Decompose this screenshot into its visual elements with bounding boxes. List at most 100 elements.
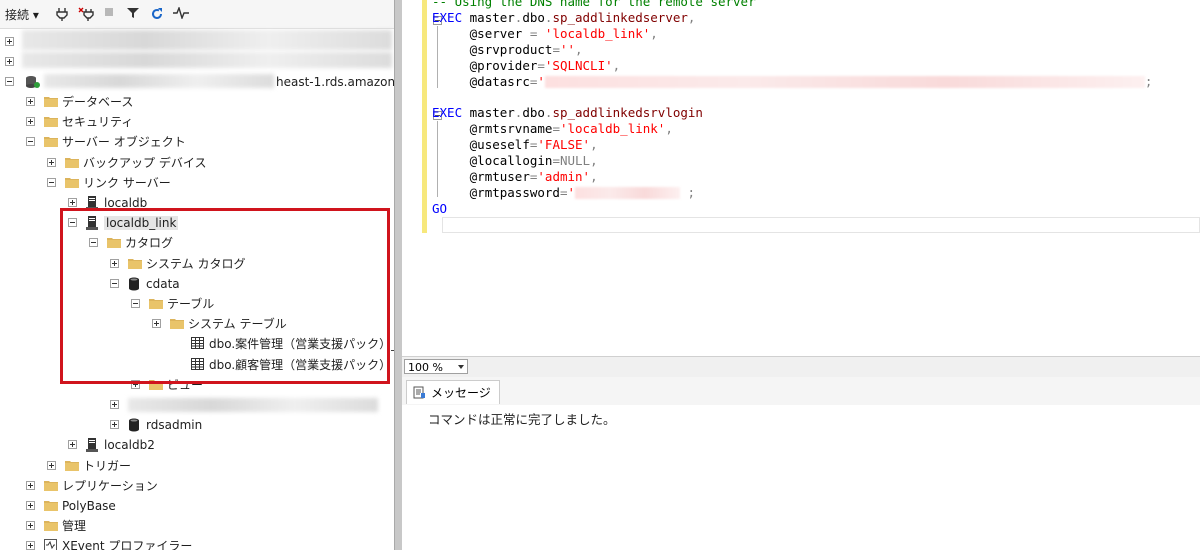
query-editor[interactable]: -- Using the DNS name for the remote ser…	[402, 0, 1200, 356]
disconnect-icon[interactable]	[78, 7, 94, 21]
folder-icon	[44, 499, 58, 514]
tree-node-label: サーバー オブジェクト	[62, 135, 186, 149]
highlight-box	[60, 208, 390, 384]
tree-node-label: データベース	[62, 95, 134, 109]
folder-icon	[65, 176, 79, 191]
tree-node-server-3[interactable]: heast-1.rds.amazon	[0, 72, 394, 92]
tree-node-label: XEvent プロファイラー	[62, 539, 193, 550]
expand-icon[interactable]	[68, 440, 77, 449]
tree-node-label: バックアップ デバイス	[83, 156, 207, 170]
expand-icon[interactable]	[26, 541, 35, 550]
connect-dropdown[interactable]: 接続 ▾	[5, 6, 39, 23]
redacted-area	[22, 30, 392, 50]
server-icon	[26, 76, 40, 88]
tree-node-triggers[interactable]: トリガー	[0, 456, 394, 476]
folder-icon	[44, 115, 58, 130]
expand-icon[interactable]	[47, 461, 56, 470]
expand-icon[interactable]	[5, 37, 14, 46]
change-tracking-bar	[422, 0, 427, 233]
tree-node-label: レプリケーション	[62, 479, 158, 493]
redacted-area	[44, 74, 274, 88]
tree-node-polybase[interactable]: PolyBase	[0, 496, 394, 516]
folder-icon	[44, 519, 58, 534]
expand-icon[interactable]	[26, 97, 35, 106]
activity-monitor-icon[interactable]	[173, 7, 189, 19]
code-param: @locallogin	[469, 153, 553, 169]
tree-node-server-objects[interactable]: サーバー オブジェクト	[0, 132, 394, 152]
explorer-toolbar: 接続 ▾	[0, 0, 394, 29]
expand-icon[interactable]	[110, 420, 119, 429]
tab-label: メッセージ	[431, 386, 491, 400]
folder-icon	[44, 479, 58, 494]
expand-icon[interactable]	[26, 481, 35, 490]
code-param: @datasrc	[469, 73, 530, 89]
code-param: @rmtsrvname	[469, 121, 553, 137]
expand-icon[interactable]	[110, 400, 119, 409]
tree-node-backup-devices[interactable]: バックアップ デバイス	[0, 153, 394, 173]
tree-node-label: リンク サーバー	[83, 176, 171, 190]
tree-node-xevent[interactable]: XEvent プロファイラー	[0, 536, 394, 550]
code-string: ''	[559, 41, 576, 57]
zoom-select[interactable]: 100 %	[404, 359, 468, 374]
object-explorer: 接続 ▾ heast-1.rds.amazon データベース セキュリティサーバー…	[0, 0, 394, 550]
tree-node-databases[interactable]: データベース	[0, 92, 394, 112]
filter-icon[interactable]	[126, 7, 140, 19]
current-line-highlight	[442, 217, 1200, 233]
tree-node-label: localdb2	[104, 438, 155, 452]
tree-node-label: セキュリティ	[62, 115, 134, 129]
tree-node-management[interactable]: 管理	[0, 516, 394, 536]
collapse-icon[interactable]	[47, 178, 56, 187]
server-name-label: heast-1.rds.amazon	[276, 75, 394, 89]
code-string: '	[537, 73, 545, 89]
tree-node-label: トリガー	[83, 459, 132, 473]
redacted-area	[128, 398, 378, 412]
tree-node-localdb2[interactable]: localdb2	[0, 435, 394, 455]
expand-icon[interactable]	[26, 117, 35, 126]
results-tabstrip: メッセージ	[402, 377, 1200, 405]
stop-icon[interactable]	[104, 7, 114, 17]
database-icon	[128, 418, 140, 435]
code-string: 'SQLNCLI'	[544, 57, 613, 73]
tab-messages[interactable]: メッセージ	[406, 380, 500, 404]
result-message: コマンドは正常に完了しました。	[428, 412, 616, 427]
tree-node-security[interactable]: セキュリティ	[0, 112, 394, 132]
expand-icon[interactable]	[26, 521, 35, 530]
expand-icon[interactable]	[47, 158, 56, 167]
code-param: @useself	[469, 137, 530, 153]
code-param: @rmtpassword	[469, 184, 560, 200]
tree-node-rdsadmin[interactable]: rdsadmin	[0, 415, 394, 435]
zoom-value: 100 %	[408, 361, 443, 374]
connect-icon[interactable]	[56, 7, 68, 21]
code-proc: sp_addlinkedsrvlogin	[552, 105, 703, 121]
code-string: 'FALSE'	[537, 137, 591, 153]
tree-node-label: 管理	[62, 519, 87, 533]
code-token: dbo	[522, 9, 545, 25]
refresh-icon[interactable]	[150, 7, 164, 21]
code-param: @srvproduct	[469, 41, 553, 57]
expand-icon[interactable]	[68, 198, 77, 207]
code-token: dbo	[522, 105, 545, 121]
folder-icon	[65, 156, 79, 171]
expand-icon[interactable]	[5, 57, 14, 66]
expand-icon[interactable]	[26, 501, 35, 510]
tree-node-redacted-db[interactable]	[0, 395, 394, 415]
xevent-icon	[44, 539, 57, 550]
code-keyword: EXEC	[432, 105, 463, 121]
code-comment: -- Using the DNS name for the remote ser…	[432, 0, 756, 9]
tree-node-server-1[interactable]	[0, 30, 394, 52]
message-icon	[413, 386, 425, 399]
folder-icon	[44, 135, 58, 150]
tree-node-replication[interactable]: レプリケーション	[0, 476, 394, 496]
code-param: @rmtuser	[469, 168, 530, 184]
folder-icon	[44, 95, 58, 110]
chevron-down-icon	[458, 365, 464, 369]
redacted-area	[22, 52, 392, 68]
tree-node-linked-servers[interactable]: リンク サーバー	[0, 173, 394, 193]
code-string: 'localdb_link'	[544, 25, 651, 41]
tree-node-server-2[interactable]	[0, 52, 394, 72]
code-keyword: EXEC	[432, 9, 463, 25]
collapse-icon[interactable]	[5, 77, 14, 86]
collapse-icon[interactable]	[26, 137, 35, 146]
code-param: @provider	[469, 57, 538, 73]
code-string: 'admin'	[537, 168, 591, 184]
